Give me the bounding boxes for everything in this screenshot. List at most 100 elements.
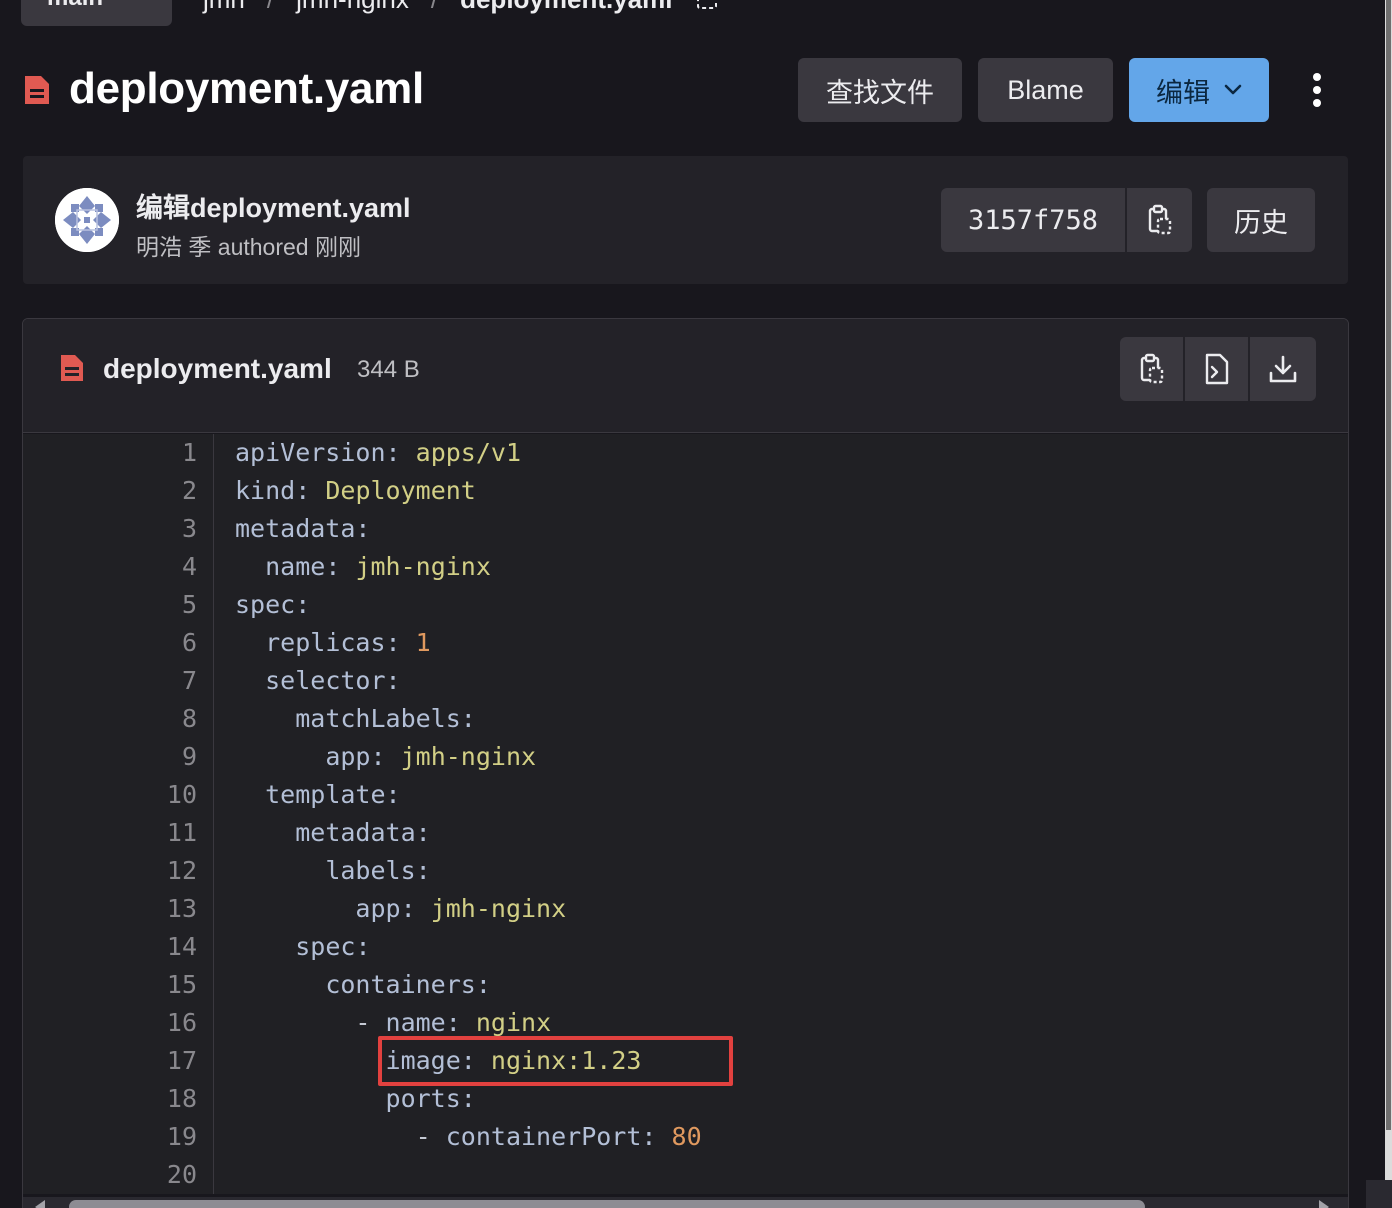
horizontal-scroll-thumb[interactable] (69, 1200, 1145, 1208)
scroll-left-arrow-icon[interactable] (35, 1200, 45, 1208)
line-number[interactable]: 3 (182, 510, 197, 548)
code-line: metadata: (235, 514, 371, 543)
vertical-scrollbar[interactable] (1385, 0, 1392, 1208)
file-header: deployment.yaml 344 B (23, 319, 1348, 433)
code-line: spec: (235, 590, 311, 619)
identicon-image (55, 188, 119, 252)
commit-author[interactable]: 明浩 季 (136, 234, 211, 260)
yaml-key: metadata (235, 514, 356, 543)
yaml-value: nginx (475, 1008, 552, 1037)
code-line: metadata: (295, 818, 431, 847)
yaml-list-dash: - (415, 1122, 446, 1151)
line-number[interactable]: 2 (182, 472, 197, 510)
yaml-key: apiVersion (235, 438, 386, 467)
commit-message[interactable]: 编辑deployment.yaml (136, 186, 411, 225)
edit-label: 编辑 (1156, 77, 1210, 108)
yaml-key: name (385, 1008, 446, 1037)
copy-icon (1140, 353, 1163, 384)
last-commit-panel: 编辑deployment.yaml 明浩 季 authored 刚刚 3157f… (23, 156, 1348, 284)
code-line: apiVersion: apps/v1 (235, 438, 521, 467)
commit-authored-text: authored (217, 234, 309, 260)
blame-button[interactable]: Blame (978, 58, 1113, 122)
line-number[interactable]: 16 (167, 1004, 197, 1042)
yaml-key: metadata (295, 818, 416, 847)
line-number[interactable]: 20 (167, 1156, 197, 1194)
code-view[interactable]: 1 2 3 4 5 6 7 8 9 10 11 12 13 14 15 16 17 18 19 20 apiVersi… (23, 434, 1348, 1194)
line-number[interactable]: 5 (182, 586, 197, 624)
horizontal-scrollbar[interactable] (23, 1197, 1348, 1208)
yaml-key: labels (325, 856, 416, 885)
line-number[interactable]: 4 (182, 548, 197, 586)
highlighted-line-box (378, 1036, 733, 1086)
line-number[interactable]: 10 (167, 776, 197, 814)
line-number[interactable]: 18 (167, 1080, 197, 1118)
line-number[interactable]: 6 (182, 624, 197, 662)
breadcrumb-separator: / (267, 0, 274, 15)
yaml-key: replicas (265, 628, 386, 657)
edit-dropdown-button[interactable]: 编辑 (1129, 58, 1269, 122)
scroll-right-arrow-icon[interactable] (1319, 1200, 1329, 1208)
commit-sha[interactable]: 3157f758 (941, 188, 1125, 252)
breadcrumb-item-current: deployment.yaml (460, 0, 672, 15)
yaml-key: containerPort (445, 1122, 642, 1151)
yaml-value: Deployment (325, 476, 476, 505)
commit-meta: 明浩 季 authored 刚刚 (136, 228, 361, 262)
line-number[interactable]: 12 (167, 852, 197, 890)
yaml-key: app (355, 894, 401, 923)
branch-selector-button[interactable]: main (21, 0, 172, 26)
yaml-key: spec (235, 590, 296, 619)
yaml-key: ports (385, 1084, 461, 1113)
vertical-scroll-thumb[interactable] (1386, 0, 1391, 1130)
open-raw-button[interactable] (1185, 337, 1248, 401)
code-line: kind: Deployment (235, 476, 476, 505)
blame-label: Blame (1007, 74, 1084, 105)
file-size: 344 B (357, 356, 420, 383)
yaml-value: 80 (671, 1122, 702, 1151)
commit-sha-group: 3157f758 (941, 188, 1192, 252)
code-line: replicas: 1 (265, 628, 431, 657)
avatar[interactable] (55, 188, 119, 252)
code-line: name: jmh-nginx (265, 552, 491, 581)
file-name: deployment.yaml (103, 353, 332, 384)
line-number[interactable]: 17 (167, 1042, 197, 1080)
code-line: labels: (325, 856, 431, 885)
file-document-icon (25, 76, 49, 104)
download-icon (1269, 355, 1297, 383)
breadcrumb-separator: / (431, 0, 438, 15)
breadcrumb-item-jmh[interactable]: jmh (203, 0, 245, 15)
find-file-label: 查找文件 (826, 77, 934, 108)
breadcrumb-item-jmh-nginx[interactable]: jmh-nginx (296, 0, 409, 15)
copy-path-icon[interactable] (695, 0, 719, 11)
code-line: spec: (295, 932, 371, 961)
yaml-value: jmh-nginx (430, 894, 567, 923)
line-number[interactable]: 11 (167, 814, 197, 852)
line-number[interactable]: 9 (182, 738, 197, 776)
yaml-value: 1 (415, 628, 431, 657)
download-button[interactable] (1250, 337, 1316, 401)
yaml-key: selector (265, 666, 386, 695)
line-number[interactable]: 15 (167, 966, 197, 1004)
more-actions-icon[interactable] (1305, 72, 1329, 108)
page: main jmh / jmh-nginx / deployment.yaml d… (0, 0, 1392, 1208)
yaml-key: spec (295, 932, 356, 961)
file-actions (1120, 337, 1316, 401)
line-number[interactable]: 8 (182, 700, 197, 738)
copy-sha-button[interactable] (1127, 188, 1192, 252)
copy-contents-button[interactable] (1120, 337, 1183, 401)
file-title-row: deployment.yaml 查找文件 Blame 编辑 (23, 58, 1353, 122)
line-number[interactable]: 1 (182, 434, 197, 472)
line-number[interactable]: 13 (167, 890, 197, 928)
file-code-icon (1205, 353, 1228, 385)
yaml-key: kind (235, 476, 296, 505)
code-line: template: (265, 780, 401, 809)
yaml-key: containers (325, 970, 476, 999)
line-number[interactable]: 14 (167, 928, 197, 966)
history-label: 历史 (1234, 207, 1288, 238)
find-file-button[interactable]: 查找文件 (798, 58, 962, 122)
breadcrumb: main jmh / jmh-nginx / deployment.yaml (0, 0, 1392, 30)
code-line: containers: (325, 970, 491, 999)
code-line: app: jmh-nginx (325, 742, 537, 771)
history-button[interactable]: 历史 (1207, 188, 1315, 252)
line-number[interactable]: 19 (167, 1118, 197, 1156)
line-number[interactable]: 7 (182, 662, 197, 700)
